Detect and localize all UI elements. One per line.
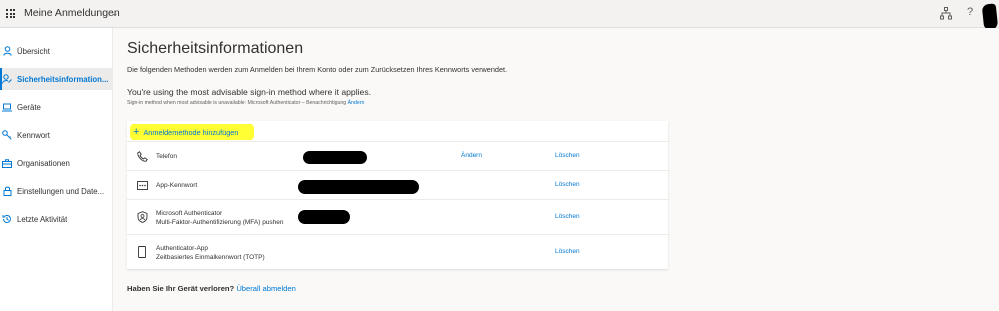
method-title: Microsoft Authenticator xyxy=(156,210,223,217)
avatar[interactable] xyxy=(981,3,999,31)
add-method-label: Anmeldemethode hinzufügen xyxy=(143,127,239,137)
advisable-method-text: You're using the most advisable sign-in … xyxy=(127,87,371,97)
method-name: Microsoft Authenticator Multi-Faktor-Aut… xyxy=(156,209,284,227)
method-name: App-Kennwort xyxy=(156,182,198,189)
change-default-method-link[interactable]: Ändern xyxy=(348,100,365,106)
sidebar-item-security-info[interactable]: Sicherheitsinformation... xyxy=(0,68,112,90)
waffle-icon[interactable] xyxy=(6,9,15,18)
person-icon xyxy=(2,46,12,56)
sign-out-everywhere-link[interactable]: Überall abmelden xyxy=(236,284,296,293)
method-subtitle: Zeitbasiertes Einmalkennwort (TOTP) xyxy=(156,254,265,261)
org-chart-icon[interactable] xyxy=(940,7,952,20)
sidebar-item-label: Organisationen xyxy=(17,158,70,168)
redacted-phone-number xyxy=(303,151,367,164)
add-method-button[interactable]: + Anmeldemethode hinzufügen xyxy=(130,124,254,140)
page-description: Die folgenden Methoden werden zum Anmeld… xyxy=(127,65,508,74)
redacted-app-password-name xyxy=(298,180,419,194)
sidebar-item-label: Geräte xyxy=(17,102,41,112)
sidebar-item-recent-activity[interactable]: Letzte Aktivität xyxy=(0,208,112,230)
authenticator-icon xyxy=(136,211,148,223)
method-subtitle: Multi-Faktor-Authentifizierung (MFA) pus… xyxy=(156,219,284,226)
plus-icon: + xyxy=(133,125,140,138)
method-row-microsoft-authenticator: Microsoft Authenticator Multi-Faktor-Aut… xyxy=(127,200,668,235)
method-name: Authenticator-App Zeitbasiertes Einmalke… xyxy=(156,244,265,262)
app-password-icon xyxy=(136,179,148,191)
sidebar-item-password[interactable]: Kennwort xyxy=(0,124,112,146)
sidebar-item-devices[interactable]: Geräte xyxy=(0,96,112,118)
sidebar-item-label: Letzte Aktivität xyxy=(17,214,68,224)
delete-link[interactable]: Löschen xyxy=(555,248,580,255)
method-row-app-password: App-Kennwort Löschen xyxy=(127,171,668,200)
delete-link[interactable]: Löschen xyxy=(555,152,580,159)
page-title: Sicherheitsinformationen xyxy=(127,40,304,57)
methods-card: + Anmeldemethode hinzufügen Telefon Ände… xyxy=(127,121,668,269)
add-method-row: + Anmeldemethode hinzufügen xyxy=(127,121,668,142)
lock-icon xyxy=(2,186,12,196)
method-row-phone: Telefon Ändern Löschen xyxy=(127,142,668,171)
change-link[interactable]: Ändern xyxy=(461,152,482,159)
delete-link[interactable]: Löschen xyxy=(555,213,580,220)
key-icon xyxy=(2,130,12,140)
method-name: Telefon xyxy=(156,153,177,160)
briefcase-icon xyxy=(2,158,12,168)
main-content: Sicherheitsinformationen Die folgenden M… xyxy=(113,28,999,311)
history-icon xyxy=(2,214,12,224)
top-bar: Meine Anmeldungen ⌄ ? xyxy=(0,0,999,31)
phone-icon xyxy=(136,150,148,162)
chevron-down-icon[interactable]: ⌄ xyxy=(111,8,119,19)
redacted-authenticator-device xyxy=(298,210,350,224)
sidebar-item-label: Sicherheitsinformation... xyxy=(17,74,109,84)
lost-device-question: Haben Sie Ihr Gerät verloren? xyxy=(127,284,235,293)
lost-device-section: Haben Sie Ihr Gerät verloren? Überall ab… xyxy=(127,284,296,293)
laptop-icon xyxy=(2,102,12,112)
default-method-label: Sign-in method when most advisable is un… xyxy=(127,100,347,106)
sidebar-item-label: Kennwort xyxy=(17,130,50,140)
delete-link[interactable]: Löschen xyxy=(555,181,580,188)
sidebar-item-organizations[interactable]: Organisationen xyxy=(0,152,112,174)
sidebar: Übersicht Sicherheitsinformation... Gerä… xyxy=(0,28,113,311)
mobile-icon xyxy=(136,246,148,258)
sidebar-item-overview[interactable]: Übersicht xyxy=(0,40,112,62)
help-icon[interactable]: ? xyxy=(967,6,973,18)
default-method-text: Sign-in method when most advisable is un… xyxy=(127,100,364,106)
method-row-authenticator-app: Authenticator-App Zeitbasiertes Einmalke… xyxy=(127,235,668,269)
sidebar-item-label: Einstellungen und Date... xyxy=(17,186,105,196)
sidebar-item-settings-privacy[interactable]: Einstellungen und Date... xyxy=(0,180,112,202)
security-info-icon xyxy=(2,74,12,84)
method-title: Authenticator-App xyxy=(156,245,209,252)
app-title[interactable]: Meine Anmeldungen xyxy=(24,7,120,19)
sidebar-item-label: Übersicht xyxy=(17,46,50,56)
